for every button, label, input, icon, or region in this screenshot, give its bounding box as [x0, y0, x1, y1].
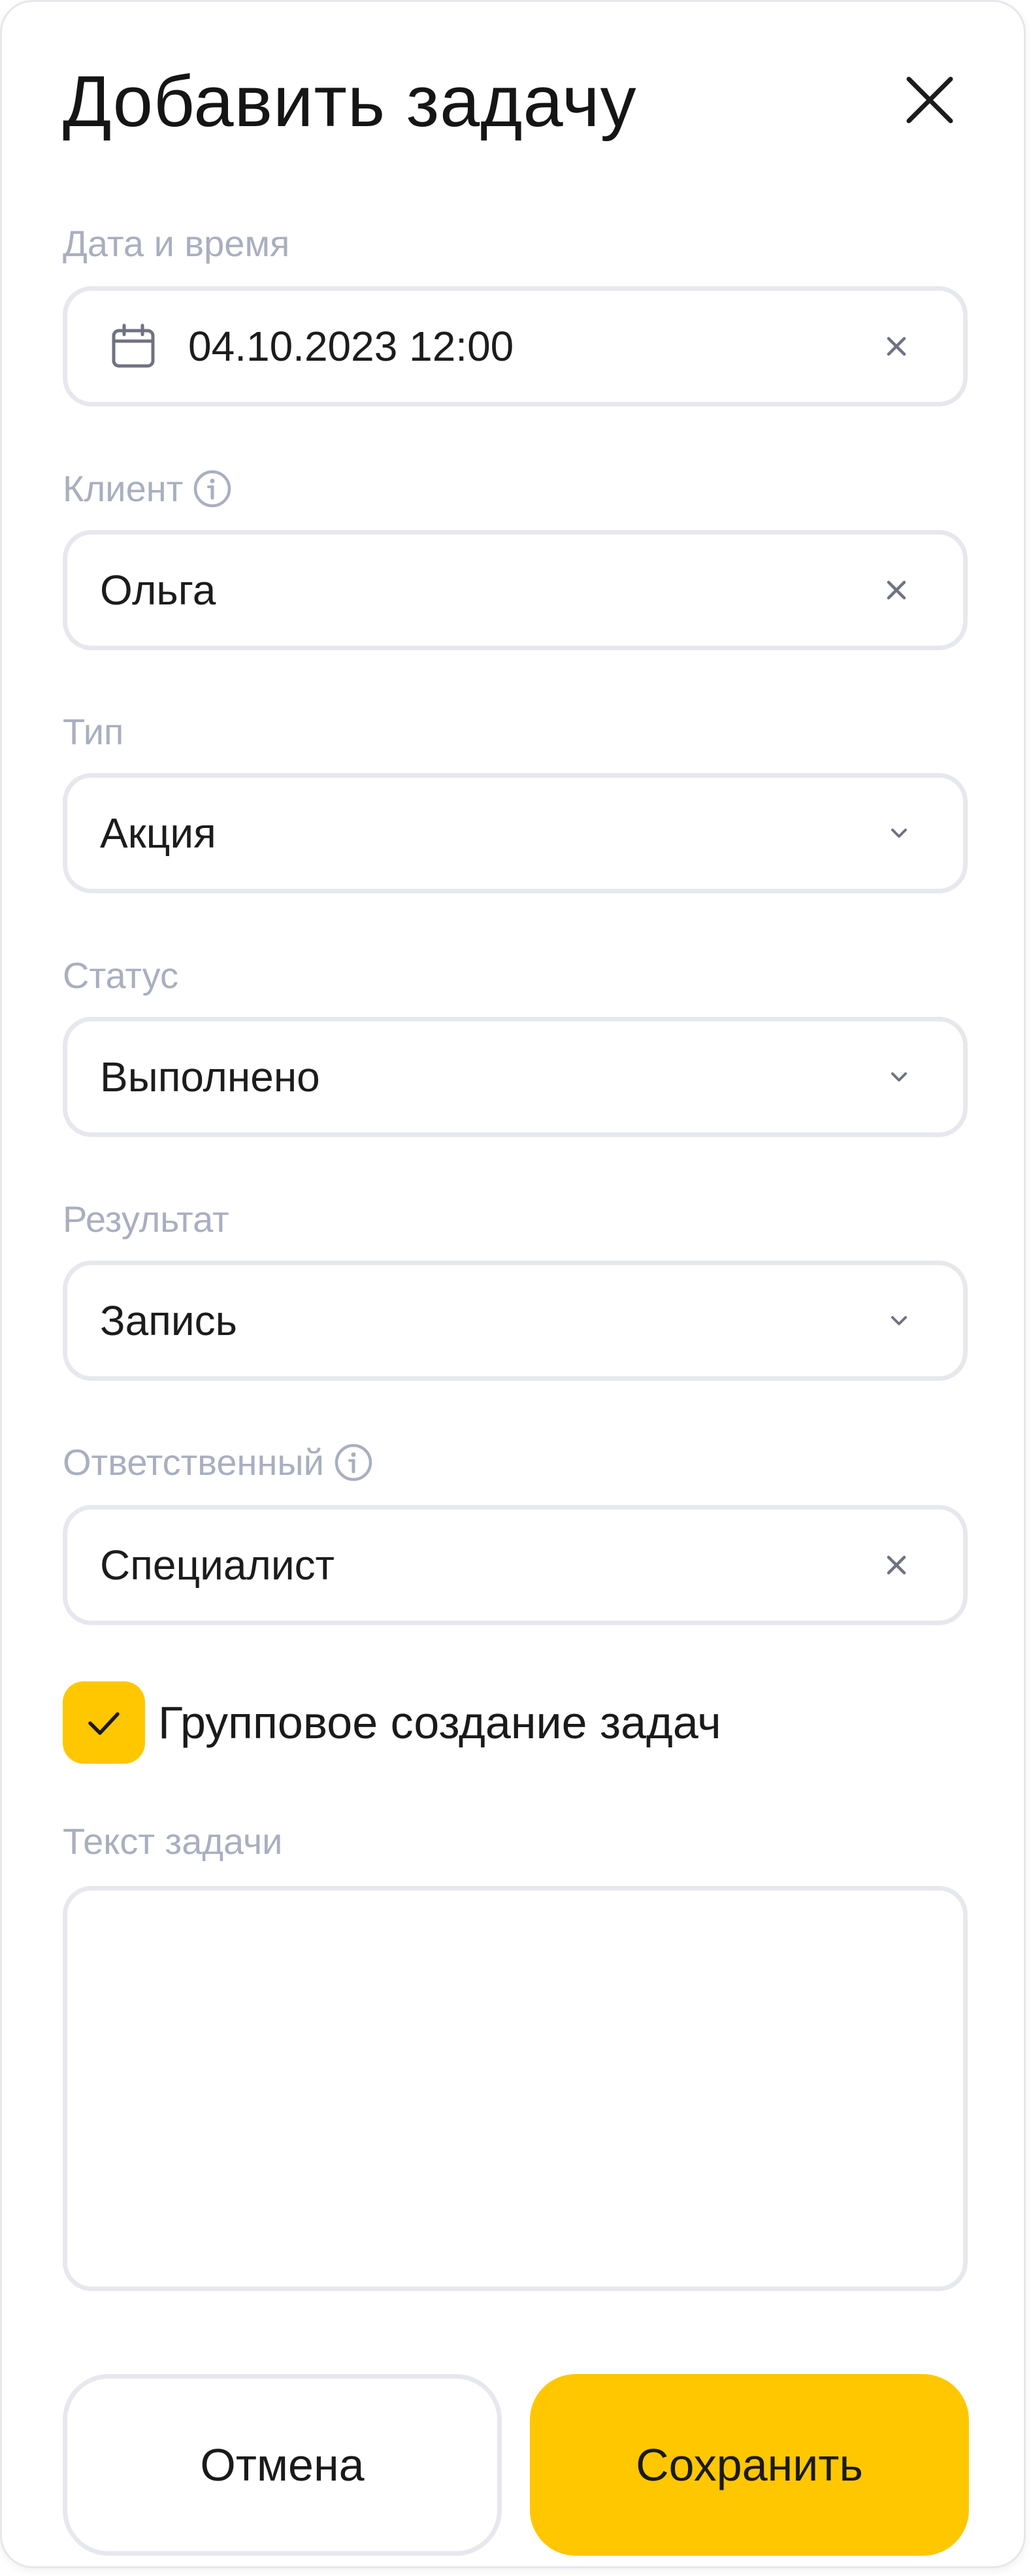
- save-button[interactable]: Сохранить: [530, 2374, 969, 2556]
- result-label: Результат: [63, 1198, 229, 1240]
- responsible-label: Ответственный: [63, 1440, 374, 1485]
- datetime-field[interactable]: 04.10.2023 12:00: [63, 286, 968, 406]
- type-label: Тип: [63, 711, 124, 752]
- group-create-checkbox[interactable]: Групповое создание задач: [63, 1681, 721, 1764]
- client-label: Клиент: [63, 466, 233, 512]
- chevron-down-icon: [891, 1316, 907, 1325]
- client-value: Ольга: [100, 567, 216, 614]
- type-select[interactable]: Акция: [63, 773, 968, 893]
- type-value: Акция: [100, 810, 216, 857]
- cancel-button[interactable]: Отмена: [63, 2374, 502, 2556]
- task-text-label: Текст задачи: [63, 1821, 283, 1862]
- status-label: Статус: [63, 955, 179, 996]
- datetime-label: Дата и время: [63, 223, 290, 264]
- close-icon: [906, 76, 953, 124]
- info-icon[interactable]: [192, 469, 233, 509]
- info-icon[interactable]: [333, 1442, 374, 1483]
- result-select[interactable]: Запись: [63, 1261, 968, 1381]
- checkmark-icon: [88, 1712, 120, 1735]
- datetime-value: 04.10.2023 12:00: [188, 323, 514, 370]
- clear-icon[interactable]: [882, 332, 911, 361]
- calendar-icon: [112, 323, 155, 368]
- clear-icon[interactable]: [882, 576, 911, 604]
- group-create-label: Групповое создание задач: [158, 1697, 721, 1748]
- close-button[interactable]: [897, 67, 962, 133]
- responsible-field[interactable]: Специалист: [63, 1505, 968, 1625]
- client-field[interactable]: Ольга: [63, 530, 968, 650]
- add-task-dialog: Добавить задачу Дата и время 04.10.2023 …: [0, 0, 1026, 2568]
- status-value: Выполнено: [100, 1053, 320, 1100]
- chevron-down-icon: [891, 1072, 907, 1082]
- result-value: Запись: [100, 1297, 237, 1344]
- status-select[interactable]: Выполнено: [63, 1017, 968, 1137]
- chevron-down-icon: [891, 829, 907, 838]
- clear-icon[interactable]: [882, 1551, 911, 1579]
- checkbox-box[interactable]: [63, 1681, 145, 1764]
- responsible-value: Специалист: [100, 1542, 335, 1589]
- dialog-title: Добавить задачу: [63, 61, 637, 142]
- task-text-area[interactable]: [63, 1886, 968, 2291]
